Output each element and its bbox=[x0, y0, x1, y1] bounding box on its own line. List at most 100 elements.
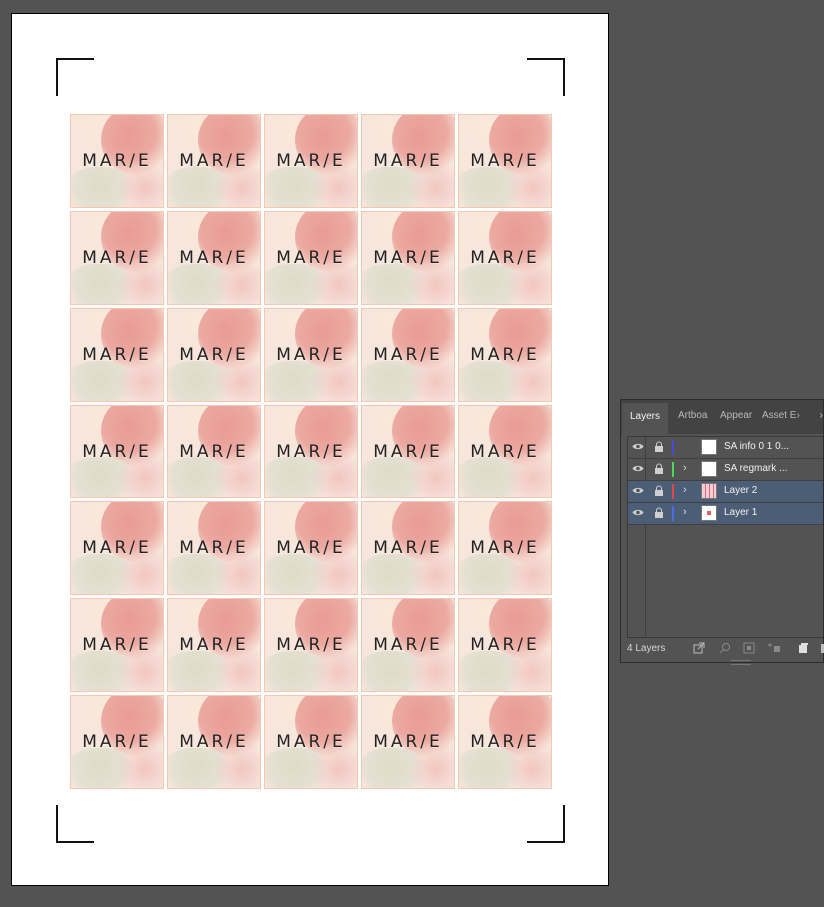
panel-menu-icon[interactable]: › bbox=[820, 410, 823, 421]
sticker-text: MAR/E bbox=[276, 635, 346, 656]
eye-icon[interactable] bbox=[632, 486, 644, 495]
layer-row[interactable]: › Layer 2 bbox=[628, 481, 823, 503]
sticker-tile[interactable]: MAR/E bbox=[458, 501, 552, 596]
search-icon[interactable] bbox=[719, 642, 731, 654]
sticker-text: MAR/E bbox=[373, 151, 443, 171]
sticker-text: MAR/E bbox=[82, 151, 152, 171]
sticker-tile[interactable]: MAR/E bbox=[361, 695, 455, 789]
sticker-text: MAR/E bbox=[82, 635, 152, 656]
sticker-tile[interactable]: MAR/E bbox=[167, 210, 261, 305]
sticker-tile[interactable]: MAR/E bbox=[167, 114, 261, 208]
sticker-text: MAR/E bbox=[470, 344, 540, 365]
chevron-right-icon[interactable]: › bbox=[683, 506, 687, 518]
eye-icon[interactable] bbox=[632, 464, 644, 473]
sticker-tile[interactable]: MAR/E bbox=[361, 598, 455, 693]
sticker-tile[interactable]: MAR/E bbox=[167, 598, 261, 693]
tab-artboards[interactable]: Artboa bbox=[678, 410, 707, 421]
sticker-tile[interactable]: MAR/E bbox=[264, 695, 358, 789]
sticker-grid[interactable]: MAR/E MAR/E MAR/E MAR/E MAR/E MAR/E MAR/E MAR/E… bbox=[70, 114, 552, 789]
sticker-text: MAR/E bbox=[373, 538, 443, 559]
sticker-tile[interactable]: MAR/E bbox=[264, 210, 358, 305]
sticker-tile[interactable]: MAR/E bbox=[264, 307, 358, 402]
layer-name[interactable]: SA regmark ... bbox=[724, 463, 787, 474]
sticker-tile[interactable]: MAR/E bbox=[361, 501, 455, 596]
sticker-tile[interactable]: MAR/E bbox=[70, 501, 164, 596]
lock-icon[interactable] bbox=[654, 463, 664, 475]
layer-name[interactable]: Layer 1 bbox=[724, 507, 757, 518]
layer-count: 4 Layers bbox=[627, 643, 666, 654]
sticker-text: MAR/E bbox=[179, 151, 249, 171]
sticker-tile[interactable]: MAR/E bbox=[70, 210, 164, 305]
sticker-tile[interactable]: MAR/E bbox=[458, 404, 552, 499]
layer-row[interactable]: › SA regmark ... bbox=[628, 459, 823, 481]
lock-icon[interactable] bbox=[654, 485, 664, 497]
sticker-tile[interactable]: MAR/E bbox=[458, 307, 552, 402]
crop-mark-bottom-left bbox=[56, 805, 94, 843]
sticker-tile[interactable]: MAR/E bbox=[458, 695, 552, 789]
layer-color-swatch bbox=[672, 440, 674, 455]
tab-layers[interactable]: Layers bbox=[622, 403, 669, 434]
layer-thumbnail bbox=[701, 483, 717, 499]
sticker-tile[interactable]: MAR/E bbox=[458, 210, 552, 305]
sticker-tile[interactable]: MAR/E bbox=[70, 307, 164, 402]
sticker-tile[interactable]: MAR/E bbox=[167, 404, 261, 499]
sticker-tile[interactable]: MAR/E bbox=[70, 598, 164, 693]
tab-asset-export[interactable]: Asset E› bbox=[762, 410, 800, 421]
sticker-text: MAR/E bbox=[276, 538, 346, 559]
sticker-tile[interactable]: MAR/E bbox=[167, 501, 261, 596]
sticker-text: MAR/E bbox=[373, 732, 443, 753]
crop-mark-top-right bbox=[527, 58, 565, 96]
crop-mark-top-left bbox=[56, 58, 94, 96]
eye-icon[interactable] bbox=[632, 442, 644, 451]
sticker-tile[interactable]: MAR/E bbox=[361, 307, 455, 402]
sticker-tile[interactable]: MAR/E bbox=[167, 307, 261, 402]
export-icon[interactable] bbox=[693, 642, 705, 654]
sticker-text: MAR/E bbox=[276, 151, 346, 171]
clipping-mask-icon[interactable] bbox=[743, 642, 755, 654]
sticker-tile[interactable]: MAR/E bbox=[70, 695, 164, 789]
sticker-text: MAR/E bbox=[373, 635, 443, 656]
sticker-tile[interactable]: MAR/E bbox=[264, 598, 358, 693]
layer-color-swatch bbox=[672, 484, 674, 499]
sticker-tile[interactable]: MAR/E bbox=[70, 404, 164, 499]
sticker-tile[interactable]: MAR/E bbox=[361, 210, 455, 305]
sticker-tile[interactable]: MAR/E bbox=[167, 695, 261, 789]
eye-icon[interactable] bbox=[632, 508, 644, 517]
new-sublayer-icon[interactable] bbox=[767, 642, 780, 654]
sticker-tile[interactable]: MAR/E bbox=[70, 114, 164, 208]
lock-icon[interactable] bbox=[654, 507, 664, 519]
layer-name[interactable]: Layer 2 bbox=[724, 485, 757, 496]
sticker-tile[interactable]: MAR/E bbox=[458, 598, 552, 693]
tab-appearance[interactable]: Appear bbox=[720, 410, 752, 421]
sticker-tile[interactable]: MAR/E bbox=[361, 114, 455, 208]
layer-row[interactable]: SA info 0 1 0... bbox=[628, 437, 823, 459]
sticker-text: MAR/E bbox=[470, 151, 540, 171]
sticker-text: MAR/E bbox=[276, 344, 346, 365]
sticker-tile[interactable]: MAR/E bbox=[361, 404, 455, 499]
sticker-text: MAR/E bbox=[470, 538, 540, 559]
crop-mark-bottom-right bbox=[527, 805, 565, 843]
sticker-tile[interactable]: MAR/E bbox=[264, 404, 358, 499]
layer-name[interactable]: SA info 0 1 0... bbox=[724, 441, 789, 452]
chevron-right-icon[interactable]: › bbox=[683, 462, 687, 474]
sticker-text: MAR/E bbox=[179, 635, 249, 656]
layers-panel[interactable]: Layers Artboa Appear Asset E› › SA info … bbox=[620, 399, 824, 665]
chevron-right-icon[interactable]: › bbox=[683, 484, 687, 496]
sticker-tile[interactable]: MAR/E bbox=[264, 501, 358, 596]
trash-icon[interactable] bbox=[819, 642, 824, 654]
artboard[interactable]: MAR/E MAR/E MAR/E MAR/E MAR/E MAR/E MAR/E MAR/E… bbox=[11, 13, 609, 886]
layer-row[interactable]: › Layer 1 bbox=[628, 503, 823, 525]
sticker-text: MAR/E bbox=[373, 247, 443, 268]
sticker-text: MAR/E bbox=[470, 732, 540, 753]
panel-footer: 4 Layers bbox=[621, 636, 824, 662]
sticker-text: MAR/E bbox=[276, 247, 346, 268]
sticker-text: MAR/E bbox=[179, 732, 249, 753]
sticker-tile[interactable]: MAR/E bbox=[458, 114, 552, 208]
sticker-tile[interactable]: MAR/E bbox=[264, 114, 358, 208]
new-layer-icon[interactable] bbox=[797, 642, 809, 654]
lock-icon[interactable] bbox=[654, 441, 664, 453]
sticker-text: MAR/E bbox=[82, 247, 152, 268]
sticker-text: MAR/E bbox=[179, 538, 249, 559]
layer-thumbnail bbox=[701, 461, 717, 477]
panel-resize-grip[interactable] bbox=[731, 660, 751, 665]
